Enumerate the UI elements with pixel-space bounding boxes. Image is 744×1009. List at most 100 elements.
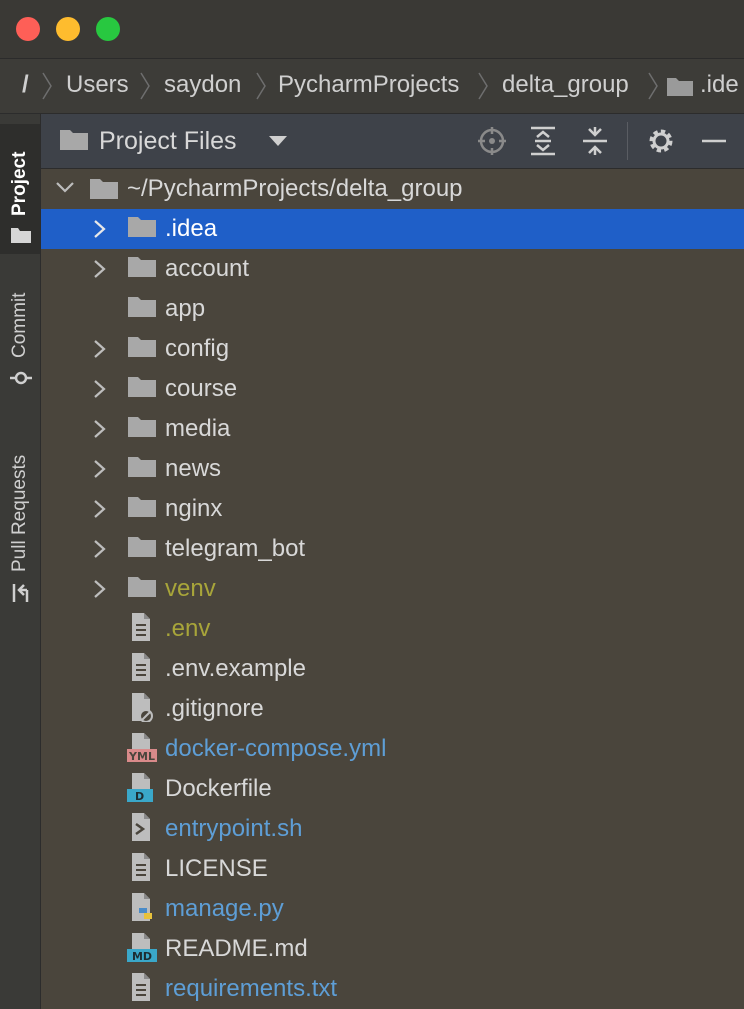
- text-file-icon: [132, 853, 150, 881]
- breadcrumb-item-idea[interactable]: .ide: [700, 70, 739, 100]
- folder-icon: [128, 537, 156, 557]
- window-maximize-button[interactable]: [96, 17, 120, 41]
- folder-icon: [90, 179, 118, 199]
- gear-icon[interactable]: [647, 127, 675, 155]
- breadcrumb-item-users[interactable]: Users: [66, 70, 129, 100]
- tree-folder-row[interactable]: news: [41, 449, 744, 489]
- tree-file-row[interactable]: D Dockerfile: [41, 769, 744, 809]
- window-close-button[interactable]: [16, 17, 40, 41]
- breadcrumb-separator-icon: [648, 72, 658, 100]
- chevron-right-icon[interactable]: [93, 459, 107, 479]
- chevron-right-icon[interactable]: [93, 419, 107, 439]
- tree-file-row[interactable]: manage.py: [41, 889, 744, 929]
- tree-root-label: ~/PycharmProjects/delta_group: [127, 175, 463, 202]
- project-panel-header: Project Files: [41, 114, 744, 169]
- breadcrumb: / Users saydon PycharmProjects delta_gro…: [0, 59, 744, 114]
- folder-icon: [128, 377, 156, 397]
- tree-item-label: README.md: [165, 935, 308, 962]
- folder-icon: [128, 577, 156, 597]
- folder-icon: [128, 217, 156, 237]
- folder-icon: [667, 78, 693, 96]
- yml-file-icon: YML: [127, 733, 157, 762]
- breadcrumb-separator-icon: [478, 72, 488, 100]
- folder-icon: [128, 457, 156, 477]
- tree-item-label: manage.py: [165, 895, 284, 922]
- chevron-right-icon[interactable]: [93, 219, 107, 239]
- tree-folder-row[interactable]: course: [41, 369, 744, 409]
- shell-script-icon: [132, 813, 150, 841]
- dockerfile-icon: D: [127, 773, 153, 802]
- tree-file-row[interactable]: .env: [41, 609, 744, 649]
- tree-folder-row[interactable]: media: [41, 409, 744, 449]
- tree-item-label: Dockerfile: [165, 775, 272, 802]
- chevron-down-icon[interactable]: [55, 181, 75, 195]
- tree-folder-row[interactable]: .idea: [41, 209, 744, 249]
- chevron-right-icon[interactable]: [93, 379, 107, 399]
- tree-file-row[interactable]: entrypoint.sh: [41, 809, 744, 849]
- tree-item-label: .env: [165, 615, 211, 642]
- tree-folder-row[interactable]: venv: [41, 569, 744, 609]
- tree-file-row[interactable]: .env.example: [41, 649, 744, 689]
- tool-window-strip: Project Commit Pull Requests: [0, 114, 41, 1009]
- minimize-icon[interactable]: [701, 128, 727, 154]
- tree-item-label: venv: [165, 575, 216, 602]
- tree-item-label: docker-compose.yml: [165, 735, 387, 762]
- tab-pull-requests[interactable]: Pull Requests: [0, 424, 40, 614]
- tree-folder-row[interactable]: config: [41, 329, 744, 369]
- tree-item-label: .gitignore: [165, 695, 264, 722]
- tree-folder-row[interactable]: account: [41, 249, 744, 289]
- chevron-right-icon[interactable]: [93, 499, 107, 519]
- folder-icon: [128, 417, 156, 437]
- tree-item-label: news: [165, 455, 222, 482]
- tree-item-label: config: [165, 335, 230, 362]
- collapse-all-icon[interactable]: [581, 126, 609, 156]
- folder-icon: [128, 337, 156, 357]
- tree-item-label: telegram_bot: [165, 535, 306, 562]
- project-tree: ~/PycharmProjects/delta_group .idea accou…: [41, 169, 744, 1009]
- tree-item-label: account: [165, 255, 250, 282]
- tree-item-label: entrypoint.sh: [165, 815, 303, 842]
- tree-folder-row[interactable]: nginx: [41, 489, 744, 529]
- tree-file-row[interactable]: YML docker-compose.yml: [41, 729, 744, 769]
- tree-item-label: .idea: [165, 215, 218, 242]
- pull-request-icon: [12, 584, 29, 602]
- breadcrumb-root[interactable]: /: [22, 70, 29, 100]
- window-minimize-button[interactable]: [56, 17, 80, 41]
- breadcrumb-item-delta-group[interactable]: delta_group: [502, 70, 629, 100]
- panel-title[interactable]: Project Files: [99, 126, 237, 156]
- breadcrumb-separator-icon: [140, 72, 150, 100]
- gitignore-file-icon: [132, 693, 153, 722]
- breadcrumb-item-saydon[interactable]: saydon: [164, 70, 241, 100]
- text-file-icon: [132, 973, 150, 1001]
- tree-folder-row[interactable]: app: [41, 289, 744, 329]
- breadcrumb-separator-icon: [256, 72, 266, 100]
- tree-root-row[interactable]: ~/PycharmProjects/delta_group: [41, 169, 744, 209]
- tree-file-row[interactable]: .gitignore: [41, 689, 744, 729]
- tree-file-row[interactable]: LICENSE: [41, 849, 744, 889]
- chevron-right-icon[interactable]: [93, 539, 107, 559]
- tree-item-label: nginx: [165, 495, 223, 522]
- tree-folder-row[interactable]: telegram_bot: [41, 529, 744, 569]
- locate-icon[interactable]: [477, 126, 507, 156]
- folder-icon: [128, 297, 156, 317]
- chevron-right-icon[interactable]: [93, 259, 107, 279]
- chevron-right-icon[interactable]: [93, 339, 107, 359]
- folder-icon: [11, 228, 31, 243]
- svg-text:MD: MD: [132, 950, 152, 962]
- breadcrumb-separator-icon: [42, 72, 52, 100]
- expand-all-icon[interactable]: [529, 126, 557, 156]
- chevron-right-icon[interactable]: [93, 579, 107, 599]
- tab-project-label: Project: [9, 151, 30, 216]
- chevron-down-icon[interactable]: [267, 134, 289, 148]
- tab-pull-requests-label: Pull Requests: [9, 454, 30, 572]
- python-file-icon: [132, 893, 152, 921]
- tree-item-label: media: [165, 415, 231, 442]
- tree-file-row[interactable]: MD README.md: [41, 929, 744, 969]
- tab-commit-label: Commit: [9, 292, 30, 358]
- breadcrumb-item-pycharmprojects[interactable]: PycharmProjects: [278, 70, 459, 100]
- folder-icon: [128, 257, 156, 277]
- svg-text:D: D: [135, 790, 144, 802]
- text-file-icon: [132, 653, 150, 681]
- tab-project[interactable]: Project: [0, 124, 40, 254]
- tree-file-row[interactable]: requirements.txt: [41, 969, 744, 1009]
